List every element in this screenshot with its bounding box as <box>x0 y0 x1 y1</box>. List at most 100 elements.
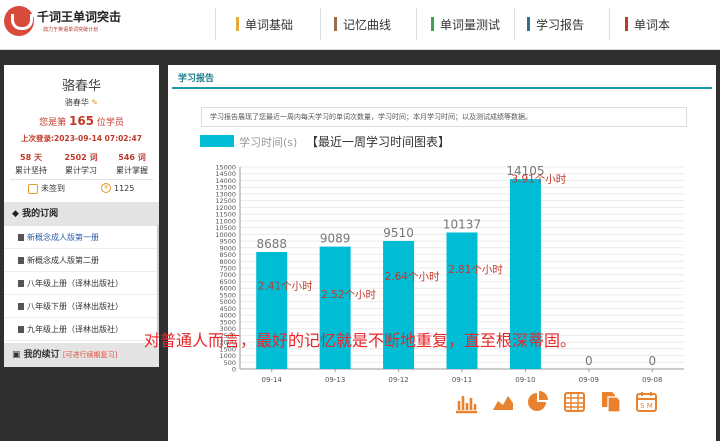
subscription-item[interactable]: 新概念成人版第二册 <box>4 249 156 272</box>
table-icon[interactable] <box>562 389 587 414</box>
book-icon <box>18 234 24 241</box>
calendar-icon[interactable]: S M <box>634 389 659 414</box>
nav-item-basics[interactable]: 单词基础 <box>236 0 293 48</box>
nav-separator <box>215 8 216 40</box>
top-bar: 千词王单词突击 · 鼎力于英语单词突破计划 · 单词基础 记忆曲线 单词量测试 … <box>0 0 720 50</box>
svg-text:S M: S M <box>640 402 653 410</box>
area-chart-icon[interactable] <box>490 389 515 414</box>
x-tick-label: 09-12 <box>388 376 408 384</box>
stat-label: 累计坚持 <box>15 166 47 175</box>
stat-days: 58 天 累计坚持 <box>7 152 55 176</box>
subscription-item[interactable]: 新概念成人版第一册 <box>4 226 156 249</box>
stat-value: 546 词 <box>118 153 146 162</box>
bar-hours-label: 3.91个小时 <box>511 174 566 186</box>
book-icon <box>18 280 24 287</box>
subscriptions-title: 我的订阅 <box>22 209 59 219</box>
bar-value-label: 8688 <box>256 237 287 251</box>
book-title: 新概念成人版第一册 <box>27 233 99 242</box>
nav-separator <box>514 8 515 40</box>
bar-hours-label: 2.81个小时 <box>448 264 503 276</box>
subscription-item[interactable]: 八年级下册（译林出版社） <box>4 295 156 318</box>
nav-separator <box>416 8 417 40</box>
review-title: 我的续订 <box>23 350 60 360</box>
rank-prefix: 您是第 <box>39 118 67 128</box>
nav-label: 学习报告 <box>536 17 585 32</box>
nav-item-vocab-test[interactable]: 单词量测试 <box>431 0 500 48</box>
chart-toolbar: S M <box>454 389 659 414</box>
bar-value-label: 0 <box>585 354 593 368</box>
calendar-check-icon <box>28 183 38 194</box>
coins-balance: ¥ 1125 <box>101 183 134 193</box>
stat-label: 累计掌握 <box>116 166 148 175</box>
nav-item-memory-curve[interactable]: 记忆曲线 <box>334 0 391 48</box>
x-tick-label: 09-13 <box>325 376 345 384</box>
subscriptions-scrollbar[interactable] <box>157 225 159 335</box>
user-rank: 您是第 165 位学员 <box>4 114 159 128</box>
rank-suffix: 位学员 <box>96 118 124 128</box>
motivational-quote: 对普通人而言，最好的记忆就是不断地重复，直至根深蒂固。 <box>143 331 576 350</box>
bar-value-label: 9510 <box>383 226 414 240</box>
bar <box>256 252 288 369</box>
y-tick-label: 15000 <box>215 164 236 172</box>
x-tick-label: 09-09 <box>579 376 599 384</box>
nav-marker <box>236 17 239 31</box>
stat-learned: 2502 词 累计学习 <box>57 152 105 176</box>
nav-separator <box>320 8 321 40</box>
x-tick-label: 09-08 <box>642 376 662 384</box>
book-icon <box>18 303 24 310</box>
nav-marker <box>625 17 628 31</box>
brand-title: 千词王单词突击 <box>37 10 122 24</box>
nav-item-report[interactable]: 学习报告 <box>527 0 584 48</box>
rank-value: 165 <box>68 114 95 128</box>
nav-label: 单词基础 <box>245 17 294 32</box>
coin-icon: ¥ <box>101 183 111 193</box>
x-tick-label: 09-11 <box>452 376 472 384</box>
bar-value-label: 10137 <box>443 217 481 231</box>
brand-subtitle: · 鼎力于英语单词突破计划 · <box>40 27 102 33</box>
user-name-edit[interactable]: 骆春华 ✎ <box>4 97 159 108</box>
stat-label: 累计学习 <box>65 166 97 175</box>
subscription-item[interactable]: 八年级上册（译林出版社） <box>4 272 156 295</box>
coins-value: 1125 <box>114 183 135 193</box>
book-title: 新概念成人版第二册 <box>27 256 99 265</box>
study-time-chart: 0500100015002000250030003500400045005000… <box>215 164 684 384</box>
last-login: 上次登录:2023-09-14 07:02:47 <box>21 134 142 143</box>
nav-marker <box>431 17 434 31</box>
x-tick-label: 09-14 <box>262 376 283 384</box>
user-name-small: 骆春华 <box>64 98 89 107</box>
brand-logo[interactable]: 千词王单词突击 · 鼎力于英语单词突破计划 · <box>4 6 122 40</box>
bar-hours-label: 2.52个小时 <box>321 289 376 301</box>
nav-label: 单词量测试 <box>440 17 501 32</box>
signin-button[interactable]: 未签到 <box>28 183 65 194</box>
copy-icon[interactable] <box>598 389 623 414</box>
nav-separator <box>609 8 610 40</box>
report-panel: 学习报告 学习报告展现了您最近一周内每天学习的单词次数量，学习时间；本月学习时间… <box>168 65 716 441</box>
bar-value-label: 0 <box>648 354 656 368</box>
bar-hours-label: 2.64个小时 <box>385 271 440 283</box>
nav-label: 单词本 <box>634 17 671 32</box>
divider <box>10 179 153 180</box>
nav-marker <box>334 17 337 31</box>
pie-chart-icon[interactable] <box>526 389 551 414</box>
book-icon <box>18 257 24 264</box>
review-note: [可进行续期复习] <box>62 351 118 359</box>
nav-item-wordbook[interactable]: 单词本 <box>625 0 670 48</box>
stat-value: 58 天 <box>20 153 42 162</box>
signin-label: 未签到 <box>41 184 65 193</box>
edit-icon[interactable]: ✎ <box>91 98 98 107</box>
stat-mastered: 546 词 累计掌握 <box>108 152 156 176</box>
subscriptions-header[interactable]: ◆ 我的订阅 <box>4 202 159 226</box>
bar-value-label: 9089 <box>320 232 351 246</box>
nav-marker <box>527 17 530 31</box>
user-name: 骆春华 <box>61 79 101 94</box>
x-tick-label: 09-10 <box>515 376 535 384</box>
calendar-icon: ▣ <box>12 350 21 360</box>
logo-icon <box>4 6 34 36</box>
bar-hours-label: 2.41个小时 <box>258 281 313 293</box>
nav-label: 记忆曲线 <box>343 17 392 32</box>
bar-chart-icon[interactable] <box>454 389 479 414</box>
user-panel: 骆春华 骆春华 ✎ 您是第 165 位学员 上次登录:2023-09-14 07… <box>4 65 159 367</box>
book-title: 八年级上册（译林出版社） <box>27 279 123 288</box>
tag-icon: ◆ <box>12 209 19 219</box>
stat-value: 2502 词 <box>64 153 98 162</box>
